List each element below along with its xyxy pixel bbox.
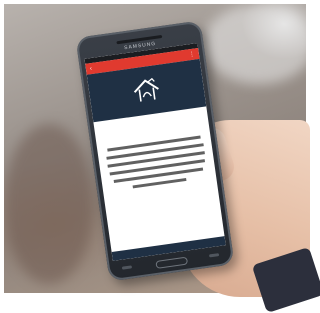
recent-apps-key[interactable]	[208, 253, 220, 258]
menu-icon[interactable]: ⋮	[189, 51, 196, 58]
arrow-left-icon[interactable]: ‹	[90, 66, 93, 72]
back-key[interactable]	[121, 265, 133, 270]
text-line	[132, 177, 187, 189]
background-blur-left	[4, 124, 94, 284]
phone-screen: ‹ ⋮	[84, 43, 226, 261]
background-blur-top-right	[204, 4, 306, 84]
home-button[interactable]	[155, 256, 189, 269]
body-text-block	[93, 106, 223, 241]
house-logo-icon	[133, 77, 159, 102]
